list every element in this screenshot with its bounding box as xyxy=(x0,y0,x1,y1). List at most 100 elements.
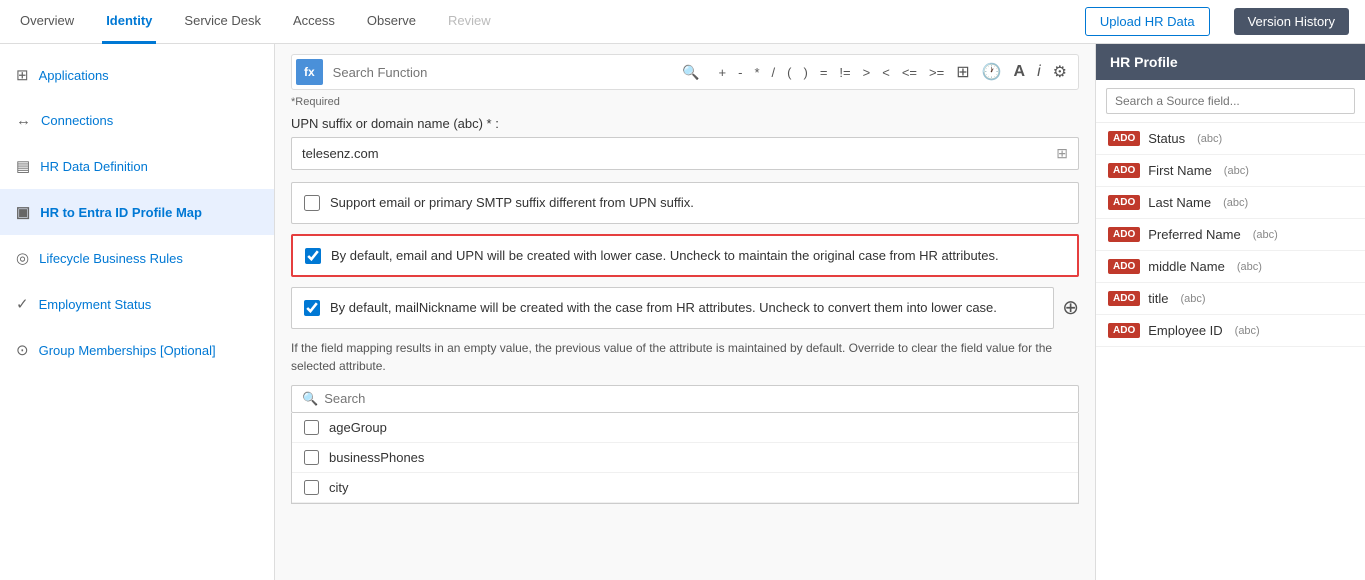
sidebar-label-applications: Applications xyxy=(39,68,109,83)
hr-field-status[interactable]: ADO Status (abc) xyxy=(1096,123,1365,155)
field-name-middlename: middle Name xyxy=(1148,259,1225,274)
field-type-employeeid: (abc) xyxy=(1235,325,1260,337)
sidebar-label-hr-data-definition: HR Data Definition xyxy=(40,159,148,174)
op-info[interactable]: i xyxy=(1034,61,1044,83)
field-type-title: (abc) xyxy=(1180,293,1205,305)
sidebar-label-hr-profile-map: HR to Entra ID Profile Map xyxy=(40,205,202,220)
hr-profile-panel: HR Profile ADO Status (abc) ADO First Na… xyxy=(1095,44,1365,580)
ado-badge-preferredname: ADO xyxy=(1108,227,1140,242)
op-grid[interactable]: ⊞ xyxy=(953,60,972,84)
op-open-paren[interactable]: ( xyxy=(784,63,794,82)
upn-value: telesenz.com xyxy=(302,146,379,161)
sidebar-label-group-memberships: Group Memberships [Optional] xyxy=(39,343,216,358)
op-multiply[interactable]: * xyxy=(751,63,762,82)
ado-badge-employeeid: ADO xyxy=(1108,323,1140,338)
op-font[interactable]: A xyxy=(1011,61,1029,83)
sidebar-item-hr-data-definition[interactable]: ▤ HR Data Definition xyxy=(0,143,274,189)
attribute-search-input[interactable] xyxy=(324,391,1068,406)
smtp-checkbox[interactable] xyxy=(304,195,320,211)
dropdown-item-city[interactable]: city xyxy=(292,473,1078,503)
op-not-equals[interactable]: != xyxy=(836,63,853,82)
formula-input[interactable] xyxy=(327,65,674,80)
field-type-status: (abc) xyxy=(1197,133,1222,145)
version-history-button[interactable]: Version History xyxy=(1234,8,1349,35)
mailnickname-checkbox-label: By default, mailNickname will be created… xyxy=(330,298,997,318)
fx-badge: fx xyxy=(296,59,323,85)
sidebar: ⊞ Applications ↔ Connections ▤ HR Data D… xyxy=(0,44,275,580)
hr-field-employeeid[interactable]: ADO Employee ID (abc) xyxy=(1096,315,1365,347)
main-content: fx 🔍 + - * / ( ) = != > < <= >= ⊞ 🕐 A i … xyxy=(275,44,1095,580)
op-gte[interactable]: >= xyxy=(926,63,947,82)
upload-hr-data-button[interactable]: Upload HR Data xyxy=(1085,7,1210,36)
field-name-employeeid: Employee ID xyxy=(1148,323,1222,338)
nav-access[interactable]: Access xyxy=(289,0,339,44)
nav-identity[interactable]: Identity xyxy=(102,0,156,44)
op-lt[interactable]: < xyxy=(879,63,893,82)
sidebar-label-lifecycle-rules: Lifecycle Business Rules xyxy=(39,251,183,266)
op-settings[interactable]: ⚙ xyxy=(1050,60,1070,84)
info-text: If the field mapping results in an empty… xyxy=(291,339,1079,375)
field-name-status: Status xyxy=(1148,131,1185,146)
op-close-paren[interactable]: ) xyxy=(800,63,810,82)
field-type-firstname: (abc) xyxy=(1224,165,1249,177)
hr-field-middlename[interactable]: ADO middle Name (abc) xyxy=(1096,251,1365,283)
grid-picker-icon[interactable]: ⊞ xyxy=(1056,145,1068,162)
hr-panel-fields-list: ADO Status (abc) ADO First Name (abc) AD… xyxy=(1096,123,1365,580)
op-lte[interactable]: <= xyxy=(899,63,920,82)
required-label: *Required xyxy=(291,96,1079,108)
hr-field-firstname[interactable]: ADO First Name (abc) xyxy=(1096,155,1365,187)
connections-icon: ↔ xyxy=(16,112,31,129)
sidebar-item-hr-profile-map[interactable]: ▣ HR to Entra ID Profile Map xyxy=(0,189,274,235)
field-type-preferredname: (abc) xyxy=(1253,229,1278,241)
field-name-lastname: Last Name xyxy=(1148,195,1211,210)
hr-panel-search-input[interactable] xyxy=(1106,88,1355,114)
dropdown-item-businessphones[interactable]: businessPhones xyxy=(292,443,1078,473)
businessphones-label: businessPhones xyxy=(329,450,424,465)
dropdown-item-agegroup[interactable]: ageGroup xyxy=(292,413,1078,443)
attribute-search-container: 🔍 xyxy=(291,385,1079,413)
lifecycle-rules-icon: ◎ xyxy=(16,249,29,267)
mailnickname-checkbox-row: By default, mailNickname will be created… xyxy=(291,287,1054,329)
op-minus[interactable]: - xyxy=(735,63,745,82)
op-plus[interactable]: + xyxy=(716,63,730,82)
nav-overview[interactable]: Overview xyxy=(16,0,78,44)
hr-data-definition-icon: ▤ xyxy=(16,157,30,175)
toolbar-operators: + - * / ( ) = != > < <= >= ⊞ 🕐 A i ⚙ xyxy=(708,60,1078,84)
hr-profile-map-icon: ▣ xyxy=(16,203,30,221)
op-gt[interactable]: > xyxy=(860,63,874,82)
city-label: city xyxy=(329,480,349,495)
op-divide[interactable]: / xyxy=(769,63,779,82)
employment-status-icon: ✓ xyxy=(16,295,29,313)
op-clock[interactable]: 🕐 xyxy=(979,60,1005,84)
sidebar-item-lifecycle-rules[interactable]: ◎ Lifecycle Business Rules xyxy=(0,235,274,281)
op-equals[interactable]: = xyxy=(817,63,831,82)
field-type-lastname: (abc) xyxy=(1223,197,1248,209)
nav-observe[interactable]: Observe xyxy=(363,0,420,44)
hr-field-lastname[interactable]: ADO Last Name (abc) xyxy=(1096,187,1365,219)
smtp-checkbox-row: Support email or primary SMTP suffix dif… xyxy=(291,182,1079,224)
hr-field-title[interactable]: ADO title (abc) xyxy=(1096,283,1365,315)
sidebar-item-applications[interactable]: ⊞ Applications xyxy=(0,52,274,98)
sidebar-item-group-memberships[interactable]: ⊙ Group Memberships [Optional] xyxy=(0,327,274,373)
formula-bar: fx 🔍 + - * / ( ) = != > < <= >= ⊞ 🕐 A i … xyxy=(291,54,1079,90)
sidebar-item-employment-status[interactable]: ✓ Employment Status xyxy=(0,281,274,327)
add-button[interactable]: ⊕ xyxy=(1062,295,1079,320)
mailnickname-checkbox[interactable] xyxy=(304,300,320,316)
ado-badge-firstname: ADO xyxy=(1108,163,1140,178)
nav-review: Review xyxy=(444,0,495,44)
lowercase-checkbox[interactable] xyxy=(305,248,321,264)
ado-badge-status: ADO xyxy=(1108,131,1140,146)
formula-search-icon[interactable]: 🔍 xyxy=(674,64,707,81)
ado-badge-middlename: ADO xyxy=(1108,259,1140,274)
ado-badge-title: ADO xyxy=(1108,291,1140,306)
hr-field-preferredname[interactable]: ADO Preferred Name (abc) xyxy=(1096,219,1365,251)
applications-icon: ⊞ xyxy=(16,66,29,84)
smtp-checkbox-label: Support email or primary SMTP suffix dif… xyxy=(330,193,694,213)
field-type-middlename: (abc) xyxy=(1237,261,1262,273)
businessphones-checkbox[interactable] xyxy=(304,450,319,465)
sidebar-item-connections[interactable]: ↔ Connections xyxy=(0,98,274,143)
field-name-title: title xyxy=(1148,291,1168,306)
agegroup-checkbox[interactable] xyxy=(304,420,319,435)
nav-service-desk[interactable]: Service Desk xyxy=(180,0,265,44)
city-checkbox[interactable] xyxy=(304,480,319,495)
